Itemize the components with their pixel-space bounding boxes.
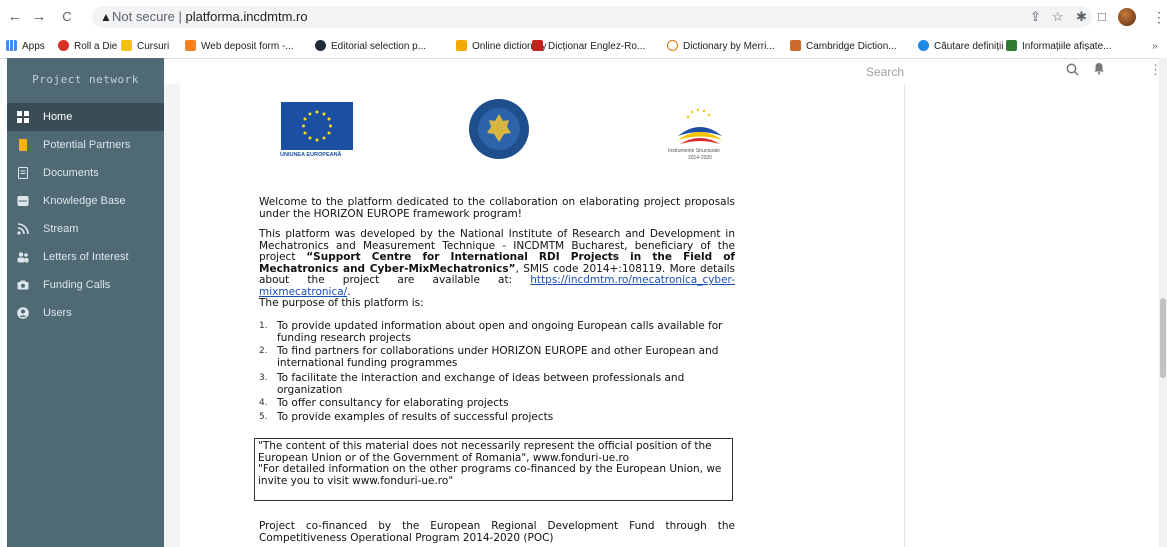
sidebar-item-funding-calls[interactable]: Funding Calls <box>7 271 164 299</box>
apps-grid-icon <box>6 40 17 51</box>
url-separator: | <box>178 9 182 24</box>
sidebar-item-stream[interactable]: Stream <box>7 215 164 243</box>
purpose-title: The purpose of this platform is: <box>259 297 424 309</box>
extensions-icon[interactable]: ✱ <box>1076 9 1087 25</box>
sidebar-item-users[interactable]: Users <box>7 299 164 327</box>
purpose-item: 3. To facilitate the interaction and exch… <box>259 372 685 396</box>
url-host: platforma.incdmtm.ro <box>185 9 308 24</box>
bookmark-editorial[interactable]: Editorial selection p... <box>315 39 426 55</box>
bookmark-merriam[interactable]: Dictionary by Merri... <box>667 39 775 55</box>
stripes-icon <box>185 40 196 51</box>
developed-paragraph: This platform was developed by the Natio… <box>259 228 736 298</box>
folder-icon <box>121 40 132 51</box>
star-icon[interactable]: ☆ <box>1052 9 1064 25</box>
sidebar-item-label: Documents <box>43 167 99 179</box>
sidebar-item-home[interactable]: Home <box>7 103 164 131</box>
sidebar-item-label: Stream <box>43 223 79 235</box>
romania-government-logo <box>467 97 531 161</box>
sidebar-item-label: Potential Partners <box>43 139 131 151</box>
document-icon <box>18 167 28 179</box>
camera-icon <box>17 280 29 290</box>
search-input[interactable] <box>860 60 1095 84</box>
sidebar-item-knowledge-base[interactable]: Knowledge Base <box>7 187 164 215</box>
sidebar-item-label: Knowledge Base <box>43 195 126 207</box>
purpose-item: 2. To find partners for collaborations un… <box>259 345 719 369</box>
page-scrollbar[interactable] <box>1159 58 1167 547</box>
dictionary-icon <box>456 40 467 51</box>
search-icon[interactable] <box>1066 62 1079 80</box>
warning-icon[interactable]: ▲ <box>100 8 112 26</box>
bookmark-roll-a-die[interactable]: Roll a Die <box>58 39 117 55</box>
editorial-icon <box>315 40 326 51</box>
merriam-icon <box>667 40 678 51</box>
structural-logo-years: 2014-2020 <box>688 155 712 161</box>
sidebar-item-label: Home <box>43 111 73 123</box>
bell-icon[interactable] <box>1093 61 1105 79</box>
cambridge-icon <box>790 40 801 51</box>
right-panel <box>904 84 1160 547</box>
die-icon <box>58 40 69 51</box>
cofinanced-paragraph: Project co-financed by the European Regi… <box>259 520 735 544</box>
bookmark-informatiile[interactable]: Informațiile afișate... <box>1006 39 1111 55</box>
grid-icon <box>17 111 29 123</box>
structural-instruments-logo: Instrumente Structurale 2014-2020 <box>662 98 738 174</box>
sidebar-icon[interactable]: □ <box>1098 9 1106 25</box>
structural-logo-caption: Instrumente Structurale <box>668 148 720 154</box>
bookmarks-more-icon[interactable]: » <box>1152 39 1158 55</box>
sidebar: Project network Home Potential Partners … <box>7 58 164 547</box>
sidebar-item-label: Funding Calls <box>43 279 111 291</box>
purpose-item: 4. To offer consultancy for elaborating p… <box>259 397 509 409</box>
security-label: Not secure <box>112 9 175 24</box>
sidebar-item-label: Users <box>43 307 72 319</box>
purpose-item: 5. To provide examples of results of succ… <box>259 411 554 423</box>
bookmark-apps[interactable]: Apps <box>6 39 45 55</box>
disclaimer-line-1: "The content of this material does not n… <box>258 440 712 464</box>
rss-icon <box>17 223 29 235</box>
cautare-icon <box>918 40 929 51</box>
brand-title[interactable]: Project network <box>7 58 164 102</box>
disclaimer-line-2: "For detailed information on the other p… <box>258 463 722 487</box>
sidebar-item-label: Letters of Interest <box>43 251 129 263</box>
eu-logo: UNIUNEA EUROPEANĂ <box>278 100 358 160</box>
bookmarks-bar: Apps Roll a Die Cursuri Web deposit form… <box>0 36 1167 59</box>
bookmark-icon <box>19 139 27 151</box>
back-button[interactable]: ← <box>6 8 24 26</box>
bookmark-cambridge[interactable]: Cambridge Diction... <box>790 39 897 55</box>
bookmark-dictionar[interactable]: Dicționar Englez-Ro... <box>532 39 645 55</box>
reload-button[interactable]: C <box>58 8 76 26</box>
sidebar-item-potential-partners[interactable]: Potential Partners <box>7 131 164 159</box>
purpose-item: 1. To provide updated information about o… <box>259 320 723 344</box>
browser-toolbar: ← → C ▲ Not secure | platforma.incdmtm.r… <box>0 0 1167 36</box>
dictionar-icon <box>532 40 543 51</box>
database-icon <box>17 196 29 206</box>
browser-menu-icon[interactable]: ⋮ <box>1152 8 1166 26</box>
eu-logo-caption: UNIUNEA EUROPEANĂ <box>280 152 342 158</box>
bookmark-cursuri[interactable]: Cursuri <box>121 39 169 55</box>
info-icon <box>1006 40 1017 51</box>
bookmark-web-deposit[interactable]: Web deposit form -... <box>185 39 294 55</box>
disclaimer-box: "The content of this material does not n… <box>254 438 733 501</box>
sidebar-item-documents[interactable]: Documents <box>7 159 164 187</box>
user-circle-icon <box>17 307 29 319</box>
sidebar-item-letters-of-interest[interactable]: Letters of Interest <box>7 243 164 271</box>
forward-button[interactable]: → <box>30 8 48 26</box>
scrollbar-thumb[interactable] <box>1160 298 1166 378</box>
users-icon <box>17 252 29 263</box>
welcome-paragraph: Welcome to the platform dedicated to the… <box>259 196 735 220</box>
bookmark-cautare[interactable]: Căutare definiții <box>918 39 1003 55</box>
share-icon[interactable]: ⇪ <box>1030 9 1041 25</box>
url-text[interactable]: Not secure | platforma.incdmtm.ro <box>112 8 308 26</box>
profile-avatar[interactable] <box>1118 8 1136 26</box>
